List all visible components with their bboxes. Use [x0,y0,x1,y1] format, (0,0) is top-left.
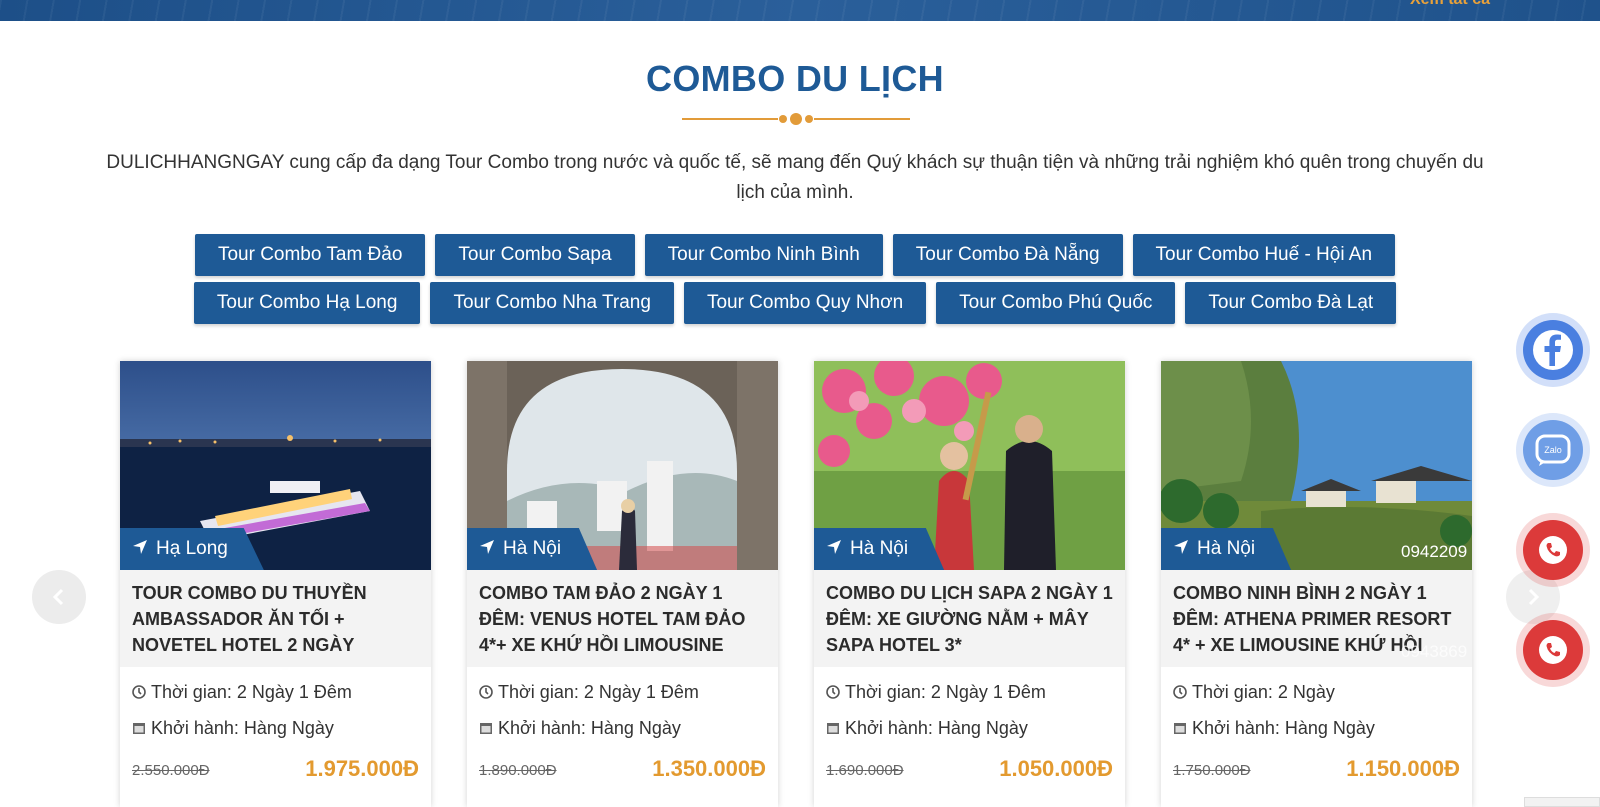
clock-icon [1173,685,1187,699]
calendar-icon [133,723,145,734]
tag-sapa[interactable]: Tour Combo Sapa [435,234,635,276]
tag-da-lat[interactable]: Tour Combo Đà Lạt [1185,282,1397,324]
tour-image[interactable]: Hạ Long [120,361,431,570]
carousel-prev-button[interactable] [32,570,86,624]
departure-text: Khởi hành: Hàng Ngày [498,718,681,738]
tour-title[interactable]: COMBO DU LỊCH SAPA 2 NGÀY 1 ĐÊM: XE GIƯỜ… [826,583,1113,655]
tour-image[interactable]: Hà Nội [467,361,778,570]
top-banner: Xem tất cả [0,0,1600,21]
location-arrow-icon [480,540,494,554]
departure-text: Khởi hành: Hàng Ngày [151,718,334,738]
old-price: 1.890.000Đ [479,762,557,779]
sale-price: 1.350.000Đ [652,756,766,781]
facebook-button[interactable] [1516,313,1590,387]
tour-title[interactable]: COMBO TAM ĐẢO 2 NGÀY 1 ĐÊM: VENUS HOTEL … [479,583,745,655]
tour-image[interactable]: Hà Nội [1161,361,1472,570]
phone-icon [1539,636,1567,664]
location-badge: Hà Nội [814,528,945,570]
chevron-right-icon [1528,588,1540,606]
duration-text: Thời gian: 2 Ngày [1192,682,1335,702]
location-badge: Hà Nội [1161,528,1292,570]
tour-title[interactable]: TOUR COMBO DU THUYỀN AMBASSADOR ĂN TỐI +… [132,583,367,655]
tag-da-nang[interactable]: Tour Combo Đà Nẵng [892,234,1123,276]
tour-duration: Thời gian: 2 Ngày 1 Đêm [826,682,1046,703]
tour-duration: Thời gian: 2 Ngày 1 Đêm [479,682,699,703]
location-arrow-icon [1174,540,1188,554]
sale-price: 1.150.000Đ [1346,756,1460,781]
tour-title-box: TOUR COMBO DU THUYỀN AMBASSADOR ĂN TỐI +… [120,570,431,667]
location-badge: Hạ Long [120,528,264,570]
tag-quy-nhon[interactable]: Tour Combo Quy Nhơn [683,282,927,324]
tag-ninh-binh[interactable]: Tour Combo Ninh Bình [644,234,883,276]
hotline-number-1: 0942209 [1401,542,1468,561]
tour-departure: Khởi hành: Hàng Ngày [132,718,334,739]
duration-text: Thời gian: 2 Ngày 1 Đêm [151,682,352,702]
phone-icon [1539,536,1567,564]
view-all-link[interactable]: Xem tất cả [1410,0,1490,9]
section-intro: DULICHHANGNGAY cung cấp đa dạng Tour Com… [106,152,1484,203]
zalo-button[interactable]: Zalo [1516,413,1590,487]
tour-image[interactable]: Hà Nội [814,361,1125,570]
location-arrow-icon [133,540,147,554]
tag-row-2: Tour Combo Hạ Long Tour Combo Nha Trang … [0,282,1590,324]
location-label: Hà Nội [1197,538,1256,559]
location-label: Hạ Long [156,538,228,559]
location-arrow-icon [827,540,841,554]
chevron-left-icon [52,588,64,606]
tour-duration: Thời gian: 2 Ngày [1173,682,1335,703]
tour-departure: Khởi hành: Hàng Ngày [1173,718,1375,739]
old-price: 2.550.000Đ [132,762,210,779]
departure-text: Khởi hành: Hàng Ngày [1192,718,1375,738]
tour-duration: Thời gian: 2 Ngày 1 Đêm [132,682,352,703]
banner-pattern [0,0,1600,21]
title-divider [682,112,910,126]
tag-nha-trang[interactable]: Tour Combo Nha Trang [430,282,674,324]
section-title: COMBO DU LỊCH [646,58,944,99]
calendar-icon [1174,723,1186,734]
clock-icon [826,685,840,699]
tag-phu-quoc[interactable]: Tour Combo Phú Quốc [936,282,1176,324]
duration-text: Thời gian: 2 Ngày 1 Đêm [845,682,1046,702]
tour-departure: Khởi hành: Hàng Ngày [479,718,681,739]
location-label: Hà Nội [850,538,909,559]
tag-ha-long[interactable]: Tour Combo Hạ Long [193,282,421,324]
zalo-icon: Zalo [1535,434,1571,466]
tag-hue-hoi-an[interactable]: Tour Combo Huế - Hội An [1132,234,1396,276]
zalo-label: Zalo [1544,445,1562,455]
tour-departure: Khởi hành: Hàng Ngày [826,718,1028,739]
call-button-1[interactable] [1516,513,1590,587]
location-label: Hà Nội [503,538,562,559]
facebook-icon [1533,330,1573,370]
tour-card[interactable]: Hà Nội COMBO TAM ĐẢO 2 NGÀY 1 ĐÊM: VENUS… [467,361,778,807]
tag-tam-dao[interactable]: Tour Combo Tam Đảo [194,234,426,276]
calendar-icon [480,723,492,734]
old-price: 1.750.000Đ [1173,762,1251,779]
departure-text: Khởi hành: Hàng Ngày [845,718,1028,738]
duration-text: Thời gian: 2 Ngày 1 Đêm [498,682,699,702]
tour-card[interactable]: Hà Nội COMBO DU LỊCH SAPA 2 NGÀY 1 ĐÊM: … [814,361,1125,807]
sale-price: 1.050.000Đ [999,756,1113,781]
tour-title-box: COMBO TAM ĐẢO 2 NGÀY 1 ĐÊM: VENUS HOTEL … [467,570,778,667]
tag-filter: Tour Combo Tam Đảo Tour Combo Sapa Tour … [0,234,1590,330]
clock-icon [479,685,493,699]
location-badge: Hà Nội [467,528,598,570]
tour-title-box: COMBO DU LỊCH SAPA 2 NGÀY 1 ĐÊM: XE GIƯỜ… [814,570,1125,667]
clock-icon [132,685,146,699]
old-price: 1.690.000Đ [826,762,904,779]
recaptcha-badge[interactable] [1524,797,1600,807]
hotline-number-2: 0943869 [1401,642,1468,661]
sale-price: 1.975.000Đ [305,756,419,781]
calendar-icon [827,723,839,734]
call-button-2[interactable] [1516,613,1590,687]
tour-card[interactable]: Hà Nội COMBO NINH BÌNH 2 NGÀY 1 ĐÊM: ATH… [1161,361,1472,807]
tour-card[interactable]: Hạ Long TOUR COMBO DU THUYỀN AMBASSADOR … [120,361,431,807]
tag-row-1: Tour Combo Tam Đảo Tour Combo Sapa Tour … [0,234,1590,276]
